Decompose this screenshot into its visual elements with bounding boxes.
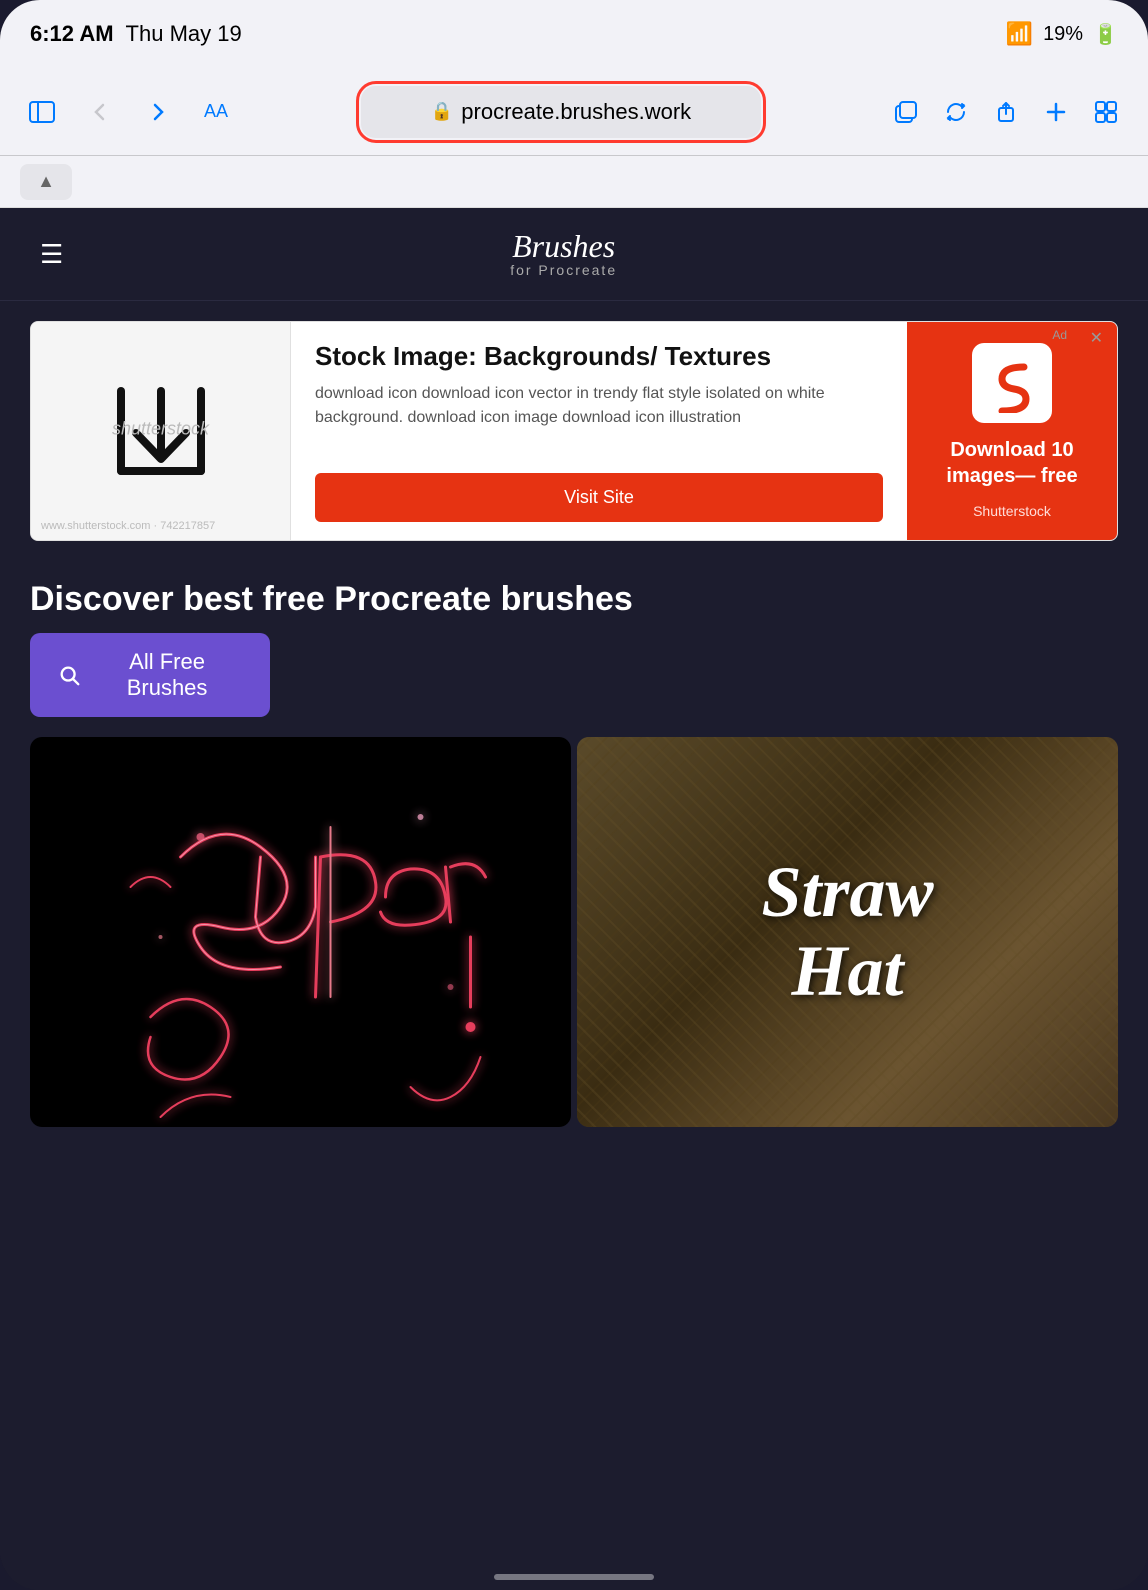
shutterstock-logo-svg: [982, 353, 1042, 413]
brush-card-neon[interactable]: [30, 737, 571, 1127]
browse-all-brushes-button[interactable]: All Free Brushes: [30, 633, 270, 717]
collapse-icon: ▲: [37, 171, 55, 192]
brush-card-straw-hat[interactable]: StrawHat: [577, 737, 1118, 1127]
site-logo-sub: for Procreate: [510, 262, 617, 278]
ad-content: Stock Image: Backgrounds/ Textures downl…: [315, 340, 883, 430]
shutterstock-watermark: shutterstock: [112, 418, 209, 439]
battery-icon: 🔋: [1093, 22, 1118, 47]
battery-level: 19%: [1043, 23, 1083, 46]
url-text: procreate.brushes.work: [461, 99, 691, 125]
ad-close-button[interactable]: ✕: [1090, 328, 1103, 348]
search-icon: [58, 663, 80, 687]
shutterstock-logo: [972, 343, 1052, 423]
status-bar: 6:12 AM Thu May 19 📶 19% 🔋: [0, 0, 1148, 68]
collapse-button[interactable]: ▲: [20, 164, 72, 200]
grid-button[interactable]: [1084, 90, 1128, 134]
status-time: 6:12 AM: [30, 21, 114, 47]
site-header: ☰ Brushes for Procreate: [0, 208, 1148, 301]
status-date: Thu May 19: [126, 21, 242, 47]
ad-website-label: www.shutterstock.com · 742217857: [41, 520, 215, 532]
share-button[interactable]: [984, 90, 1028, 134]
ad-cta-button[interactable]: Visit Site: [315, 473, 883, 522]
wifi-icon: 📶: [1006, 21, 1033, 47]
site-logo-text: Brushes: [510, 230, 617, 262]
toolbar-right-buttons: [884, 90, 1128, 134]
site-logo: Brushes for Procreate: [510, 230, 617, 278]
ad-image-left: shutterstock www.shutterstock.com · 7422…: [31, 322, 291, 540]
url-bar[interactable]: 🔒 procreate.brushes.work: [361, 86, 761, 138]
ad-title: Stock Image: Backgrounds/ Textures: [315, 340, 883, 374]
ipad-frame: 6:12 AM Thu May 19 📶 19% 🔋 AA 🔒: [0, 0, 1148, 1590]
website: ☰ Brushes for Procreate Ad ✕ shutterstoc…: [0, 208, 1148, 1590]
home-indicator: [494, 1574, 654, 1580]
reload-button[interactable]: [934, 90, 978, 134]
hamburger-menu-icon[interactable]: ☰: [40, 239, 63, 270]
url-bar-wrapper: 🔒 procreate.brushes.work: [252, 86, 870, 138]
ad-middle: Stock Image: Backgrounds/ Textures downl…: [291, 322, 907, 540]
aa-button[interactable]: AA: [194, 90, 238, 134]
back-button[interactable]: [78, 90, 122, 134]
status-right: 📶 19% 🔋: [1006, 21, 1118, 47]
ad-banner[interactable]: Ad ✕ shutterstock www.shutterstock.com ·…: [30, 321, 1118, 541]
lock-icon: 🔒: [431, 101, 453, 122]
sidebar-toggle-button[interactable]: [20, 90, 64, 134]
status-left: 6:12 AM Thu May 19: [30, 21, 242, 47]
ad-right-title: Download 10 images— free: [927, 437, 1097, 489]
ad-label: Ad: [1052, 328, 1067, 342]
ad-right-sub: Shutterstock: [973, 503, 1051, 519]
straw-hat-text: StrawHat: [761, 853, 933, 1011]
neon-brush-artwork: [30, 737, 571, 1127]
ad-description: download icon download icon vector in tr…: [315, 382, 883, 430]
main-content: ☰ Brushes for Procreate Ad ✕ shutterstoc…: [0, 208, 1148, 1590]
tabs-button[interactable]: [884, 90, 928, 134]
scroll-indicator-bar: ▲: [0, 156, 1148, 208]
brush-grid: StrawHat: [0, 737, 1148, 1127]
browse-btn-label: All Free Brushes: [92, 649, 242, 701]
safari-toolbar: AA 🔒 procreate.brushes.work: [0, 68, 1148, 156]
forward-button[interactable]: [136, 90, 180, 134]
page-heading: Discover best free Procreate brushes: [0, 561, 1148, 633]
ad-right-panel: Download 10 images— free Shutterstock: [907, 322, 1117, 540]
new-tab-button[interactable]: [1034, 90, 1078, 134]
